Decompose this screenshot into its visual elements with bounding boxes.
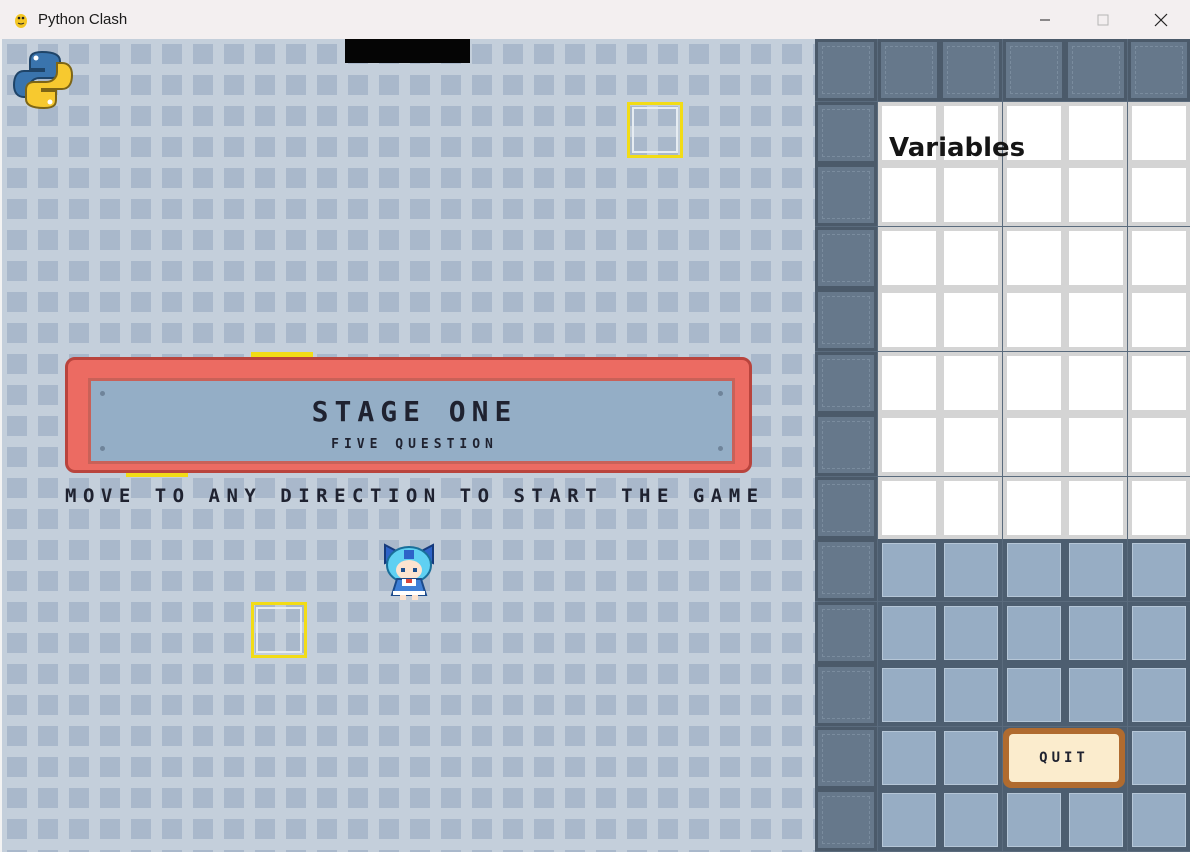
close-icon — [1154, 13, 1168, 26]
panel-tile — [878, 789, 940, 851]
panel-tile — [940, 664, 1002, 726]
panel-tile — [815, 602, 877, 664]
panel-tile — [815, 39, 877, 101]
yellow-target-tile — [251, 602, 307, 658]
panel-tile — [1065, 789, 1127, 851]
variable-slot — [940, 414, 1002, 476]
stage-title: STAGE ONE — [311, 395, 518, 428]
variables-title: Variables — [889, 133, 1026, 163]
panel-tile — [940, 539, 1002, 601]
variable-slot — [940, 164, 1002, 226]
panel-tile — [1128, 664, 1190, 726]
variable-slot — [1065, 414, 1127, 476]
player-character-sprite[interactable] — [380, 539, 438, 601]
variable-slot — [1128, 164, 1190, 226]
panel-tile — [1128, 727, 1190, 789]
variable-slot — [940, 477, 1002, 539]
variable-slot — [1003, 352, 1065, 414]
panel-tile — [1003, 602, 1065, 664]
close-button[interactable] — [1132, 0, 1190, 39]
panel-tile — [1128, 539, 1190, 601]
panel-tile — [1003, 39, 1065, 101]
panel-tile — [815, 164, 877, 226]
variable-slot — [1128, 352, 1190, 414]
panel-tile — [815, 789, 877, 851]
variable-slot — [1065, 289, 1127, 351]
panel-tile — [1065, 602, 1127, 664]
panel-tile — [1065, 539, 1127, 601]
minimize-icon — [1040, 19, 1050, 20]
start-instruction: MOVE TO ANY DIRECTION TO START THE GAME — [65, 485, 765, 507]
variable-slot — [1128, 289, 1190, 351]
panel-tile — [1003, 664, 1065, 726]
panel-tile — [815, 102, 877, 164]
variable-slot — [1128, 102, 1190, 164]
panel-tile — [1065, 664, 1127, 726]
variable-slot — [878, 227, 940, 289]
panel-tile — [878, 539, 940, 601]
variable-slot — [1128, 414, 1190, 476]
variable-slot — [1065, 477, 1127, 539]
variable-slot — [1128, 227, 1190, 289]
variable-slot — [878, 414, 940, 476]
yellow-target-tile — [627, 102, 683, 158]
panel-tile — [940, 789, 1002, 851]
variable-slot — [1003, 414, 1065, 476]
variable-slot — [1065, 102, 1127, 164]
variable-slot — [878, 289, 940, 351]
panel-tile — [1128, 602, 1190, 664]
panel-tile — [815, 664, 877, 726]
variable-slot — [1128, 477, 1190, 539]
panel-tile — [815, 414, 877, 476]
variable-slot — [1065, 164, 1127, 226]
variable-slot — [878, 352, 940, 414]
panel-tile — [815, 227, 877, 289]
minimize-button[interactable] — [1016, 0, 1074, 39]
panel-tile — [878, 664, 940, 726]
variable-slot — [1065, 352, 1127, 414]
panel-tile — [878, 39, 940, 101]
panel-tile — [940, 727, 1002, 789]
panel-tile — [1003, 789, 1065, 851]
variable-slot — [940, 352, 1002, 414]
panel-tile — [940, 602, 1002, 664]
panel-tile — [815, 727, 877, 789]
black-block — [345, 39, 470, 63]
variable-slot — [1003, 227, 1065, 289]
variable-slot — [940, 289, 1002, 351]
quit-button[interactable]: QUIT — [1003, 728, 1125, 788]
variable-slot — [878, 164, 940, 226]
panel-tile — [940, 39, 1002, 101]
window-titlebar: Python Clash — [0, 0, 1190, 39]
variable-slot — [1003, 164, 1065, 226]
python-logo-icon — [12, 49, 74, 111]
maximize-button[interactable] — [1074, 0, 1132, 39]
quit-button-label: QUIT — [1009, 734, 1119, 782]
panel-tile — [815, 477, 877, 539]
window-title: Python Clash — [38, 11, 128, 28]
panel-tile — [878, 602, 940, 664]
game-board[interactable]: STAGE ONE FIVE QUESTION MOVE TO ANY DIRE… — [2, 39, 815, 852]
stage-subtitle: FIVE QUESTION — [331, 437, 498, 452]
variable-slot — [1003, 477, 1065, 539]
variable-slot — [1003, 289, 1065, 351]
python-snake-icon — [12, 11, 30, 29]
panel-tile — [815, 352, 877, 414]
panel-tile — [815, 289, 877, 351]
panel-tile — [1065, 39, 1127, 101]
panel-tile — [1003, 539, 1065, 601]
maximize-icon — [1097, 14, 1109, 25]
panel-tile — [1128, 39, 1190, 101]
variable-slot — [940, 227, 1002, 289]
panel-tile — [878, 727, 940, 789]
panel-tile — [815, 539, 877, 601]
stage-banner: STAGE ONE FIVE QUESTION — [65, 353, 752, 477]
variable-slot — [878, 477, 940, 539]
variable-slot — [1065, 227, 1127, 289]
panel-tile — [1128, 789, 1190, 851]
